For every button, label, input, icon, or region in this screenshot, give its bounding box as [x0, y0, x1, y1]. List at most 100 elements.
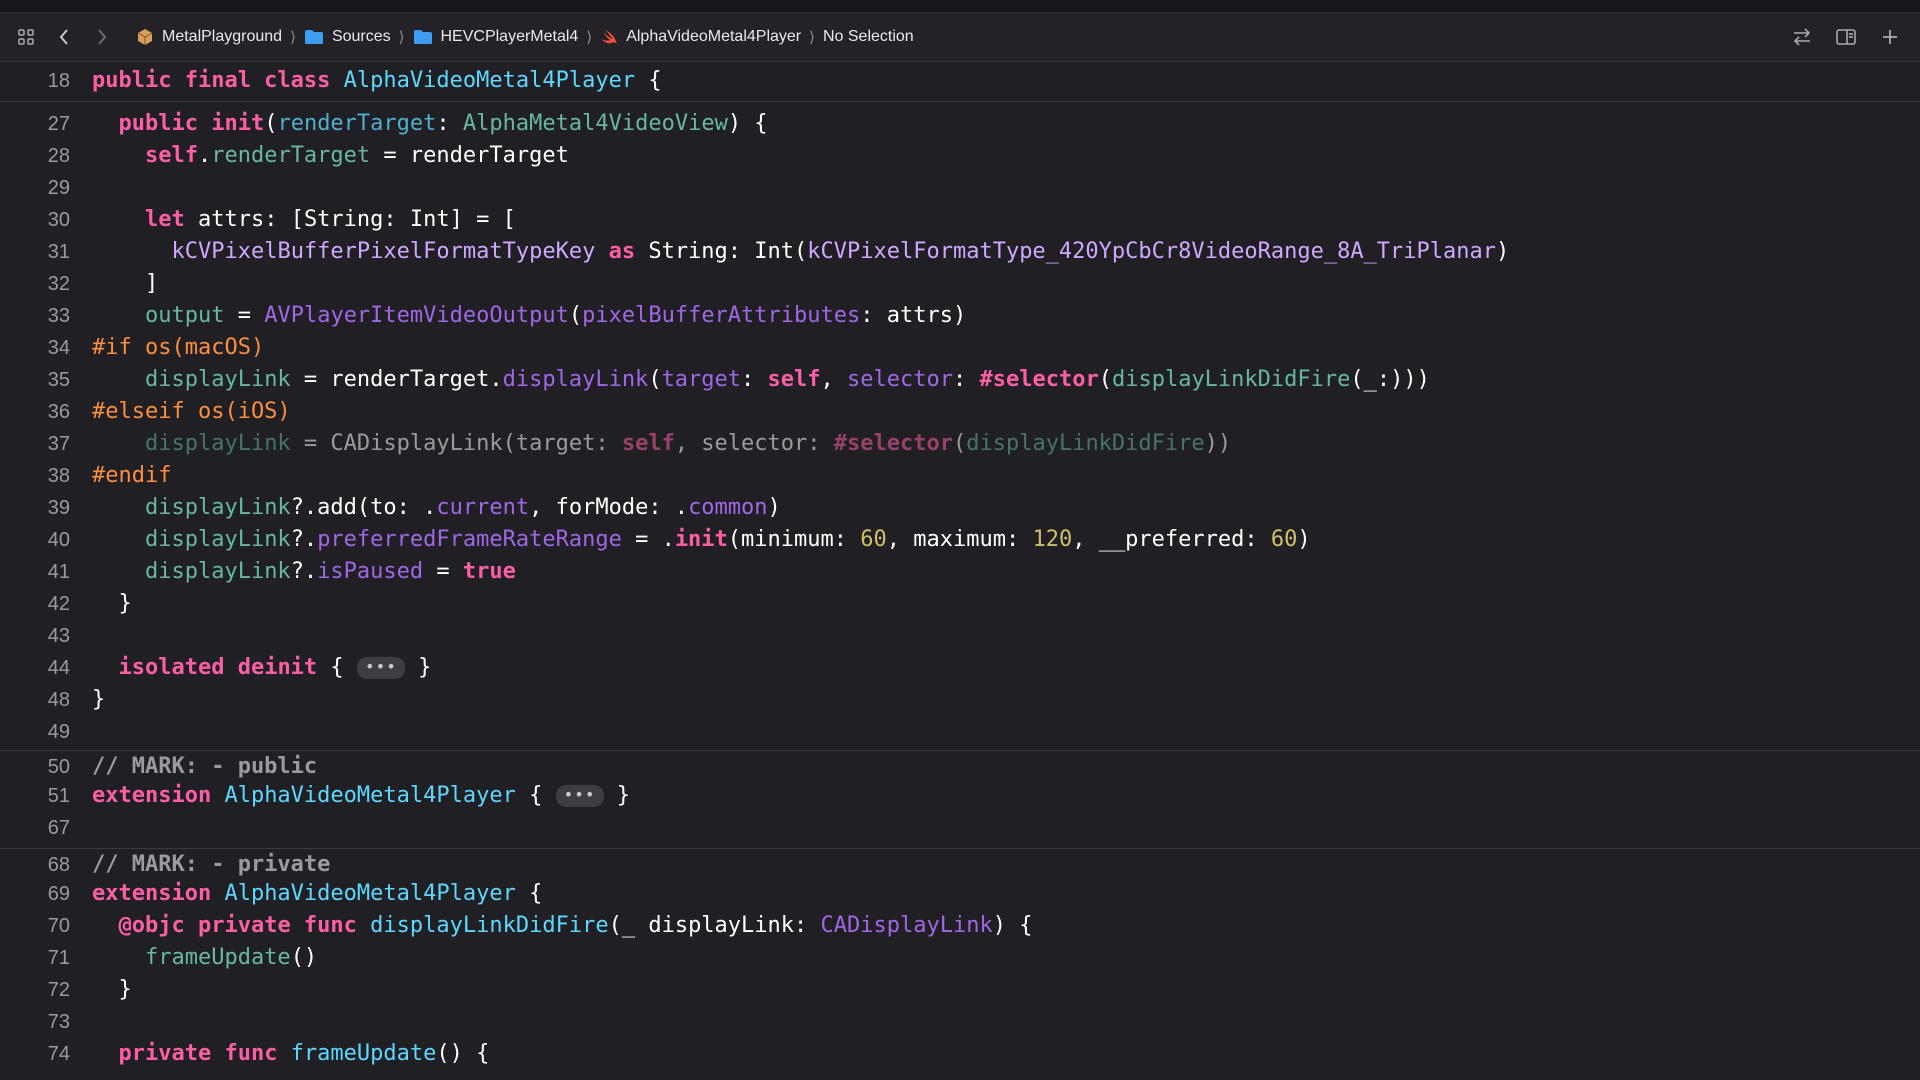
- line-number: 71: [47, 947, 70, 969]
- code-line[interactable]: 48}: [0, 684, 1920, 716]
- breadcrumb-item[interactable]: MetalPlayground: [136, 28, 282, 46]
- code-text: isolated deinit { ••• }: [92, 652, 432, 684]
- navigate-back-icon[interactable]: [54, 27, 74, 47]
- code-line[interactable]: 68 // MARK: - private: [0, 848, 1920, 881]
- code-text: }: [92, 588, 131, 620]
- code-token: #selector: [979, 367, 1099, 392]
- code-token: kCVPixelBufferPixelFormatTypeKey: [171, 239, 596, 264]
- code-line[interactable]: 39 displayLink?.add(to: .current, forMod…: [0, 492, 1920, 524]
- code-token: target: [661, 367, 742, 392]
- code-token: :: [741, 367, 768, 392]
- code-token: displayLink: [144, 495, 291, 520]
- folded-code-button[interactable]: •••: [555, 785, 604, 807]
- breadcrumb-item[interactable]: No Selection: [823, 28, 914, 46]
- folder-icon: [304, 29, 324, 45]
- navigate-forward-icon[interactable]: [92, 27, 112, 47]
- code-line[interactable]: 32 ]: [0, 268, 1920, 300]
- add-editor-icon[interactable]: [1878, 25, 1902, 49]
- code-line[interactable]: 34 #if os(macOS): [0, 332, 1920, 364]
- code-editor[interactable]: 18 public final class AlphaVideoMetal4Pla…: [0, 62, 1920, 1080]
- breadcrumb-item[interactable]: AlphaVideoMetal4Player: [600, 28, 801, 46]
- breadcrumb-item[interactable]: HEVCPlayerMetal4: [413, 28, 578, 46]
- code-token: output: [144, 303, 225, 328]
- code-line[interactable]: 67: [0, 812, 1920, 844]
- breadcrumb-separator: ⟩: [809, 29, 815, 46]
- code-token: self: [621, 431, 675, 456]
- breadcrumb-label: MetalPlayground: [162, 28, 283, 45]
- line-number: 34: [47, 337, 70, 359]
- jump-bar-left-controls: [16, 27, 130, 47]
- code-line[interactable]: 37 displayLink = CADisplayLink(target: s…: [0, 428, 1920, 460]
- code-token: {: [515, 881, 543, 906]
- line-number: 74: [47, 1043, 70, 1065]
- code-line[interactable]: 72 }: [0, 974, 1920, 1006]
- code-token: = renderTarget.: [290, 367, 503, 392]
- inspector-layout-icon[interactable]: [1834, 25, 1858, 49]
- code-token: }: [92, 687, 106, 712]
- line-number: 67: [47, 817, 70, 839]
- code-token: (_:))): [1350, 367, 1430, 392]
- line-number: 42: [47, 593, 70, 615]
- code-line[interactable]: 49: [0, 716, 1920, 748]
- code-line[interactable]: 27 public init(renderTarget: AlphaMetal4…: [0, 108, 1920, 140]
- code-token: =: [224, 303, 265, 328]
- code-token: = CADisplayLink(target:: [290, 431, 622, 456]
- code-token: init: [674, 527, 728, 552]
- code-token: (: [264, 111, 278, 136]
- breadcrumb-label: AlphaVideoMetal4Player: [626, 28, 802, 45]
- code-token: (): [290, 945, 318, 970]
- code-line[interactable]: 71 frameUpdate(): [0, 942, 1920, 974]
- code-line[interactable]: 74 private func frameUpdate() {: [0, 1038, 1920, 1070]
- code-token: frameUpdate: [144, 945, 291, 970]
- window-top-strip: [0, 0, 1920, 13]
- line-number: 38: [47, 465, 70, 487]
- code-token: : attrs): [860, 303, 967, 328]
- code-token: , __preferred:: [1072, 527, 1271, 552]
- code-token: AlphaVideoMetal4Player: [224, 783, 516, 808]
- code-token: current: [436, 495, 530, 520]
- line-number: 18: [47, 70, 70, 92]
- code-token: // MARK: - public: [92, 754, 318, 779]
- related-items-grid-icon[interactable]: [16, 27, 36, 47]
- code-line[interactable]: 70 @objc private func displayLinkDidFire…: [0, 910, 1920, 942]
- compare-changes-icon[interactable]: [1790, 25, 1814, 49]
- code-line[interactable]: 36 #elseif os(iOS): [0, 396, 1920, 428]
- code-line[interactable]: 41 displayLink?.isPaused = true: [0, 556, 1920, 588]
- code-text: }: [92, 684, 105, 716]
- code-text: }: [92, 974, 131, 1006]
- breadcrumb-item[interactable]: Sources: [304, 28, 391, 46]
- code-line[interactable]: 51 extension AlphaVideoMetal4Player { •••…: [0, 780, 1920, 812]
- code-token: {: [317, 655, 357, 680]
- line-number: 28: [47, 145, 70, 167]
- code-token: AlphaMetal4VideoView: [462, 111, 728, 136]
- code-line[interactable]: 69 extension AlphaVideoMetal4Player {: [0, 878, 1920, 910]
- code-line[interactable]: 29: [0, 172, 1920, 204]
- line-number: 72: [47, 979, 70, 1001]
- code-line[interactable]: 30 let attrs: [String: Int] = [: [0, 204, 1920, 236]
- breadcrumb-separator: ⟩: [290, 29, 296, 46]
- code-line[interactable]: 38 #endif: [0, 460, 1920, 492]
- code-line[interactable]: 35 displayLink = renderTarget.displayLin…: [0, 364, 1920, 396]
- code-line[interactable]: 44 isolated deinit { ••• }: [0, 652, 1920, 684]
- code-token: preferredFrameRateRange: [317, 527, 622, 552]
- code-text: displayLink?.preferredFrameRateRange = .…: [92, 524, 1311, 556]
- code-text: extension AlphaVideoMetal4Player { ••• }: [92, 780, 630, 812]
- code-line[interactable]: 40 displayLink?.preferredFrameRateRange …: [0, 524, 1920, 556]
- line-number: 48: [47, 689, 70, 711]
- code-token: String: Int(: [635, 239, 808, 264]
- code-line[interactable]: 18 public final class AlphaVideoMetal4Pla…: [0, 65, 1920, 102]
- code-line[interactable]: 31 kCVPixelBufferPixelFormatTypeKey as S…: [0, 236, 1920, 268]
- line-number: 50: [47, 756, 70, 778]
- code-line[interactable]: 73: [0, 1006, 1920, 1038]
- code-line[interactable]: 28 self.renderTarget = renderTarget: [0, 140, 1920, 172]
- code-token: :: [436, 111, 463, 136]
- code-line[interactable]: 42 }: [0, 588, 1920, 620]
- code-line[interactable]: 43: [0, 620, 1920, 652]
- code-line[interactable]: 33 output = AVPlayerItemVideoOutput(pixe…: [0, 300, 1920, 332]
- code-line[interactable]: 50 // MARK: - public: [0, 750, 1920, 783]
- folded-code-button[interactable]: •••: [356, 657, 405, 679]
- code-text: displayLink = renderTarget.displayLink(t…: [92, 364, 1430, 396]
